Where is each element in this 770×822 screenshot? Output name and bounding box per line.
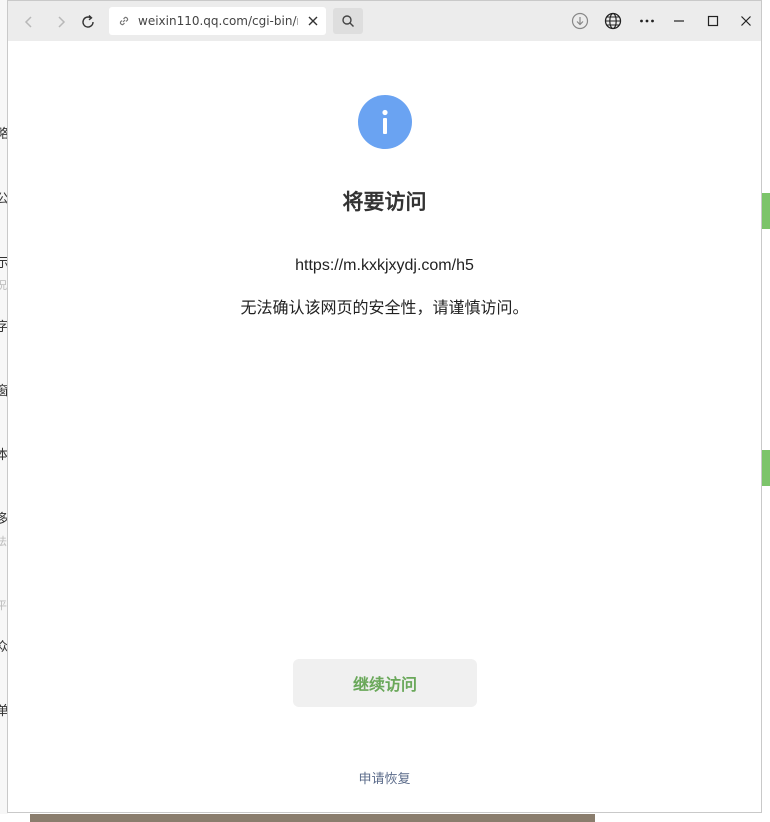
forward-button[interactable]: [49, 10, 73, 34]
page-title: 将要访问: [342, 190, 427, 214]
back-arrow-icon: [24, 16, 32, 28]
address-bar[interactable]: weixin110.qq.com/cgi-bin/r: [109, 7, 326, 35]
maximize-icon: [707, 15, 719, 27]
more-icon: [640, 19, 654, 23]
forward-arrow-icon: [58, 16, 66, 28]
background-glyph: 平: [0, 599, 7, 612]
browser-window: weixin110.qq.com/cgi-bin/r 将要访问 https://…: [7, 0, 762, 813]
background-glyph: 况: [0, 279, 7, 292]
minimize-button[interactable]: [669, 11, 689, 31]
maximize-button[interactable]: [703, 11, 723, 31]
close-icon[interactable]: [305, 13, 321, 29]
reload-icon: [82, 14, 94, 28]
background-bottom-strip: [0, 814, 770, 822]
restore-link[interactable]: 申请恢复: [8, 771, 761, 789]
language-button[interactable]: [603, 11, 623, 31]
search-button[interactable]: [333, 8, 363, 34]
background-green-tab: [762, 193, 770, 229]
target-url: https://m.kxkjxydj.com/h5: [295, 257, 474, 274]
search-icon: [342, 15, 354, 27]
security-warning: 无法确认该网页的安全性，请谨慎访问。: [240, 298, 529, 317]
background-glyph: 法: [0, 535, 7, 548]
window-close-icon: [741, 16, 751, 26]
browser-toolbar: weixin110.qq.com/cgi-bin/r: [8, 1, 761, 41]
link-icon: [119, 16, 129, 26]
info-icon: [358, 95, 412, 149]
address-url[interactable]: weixin110.qq.com/cgi-bin/r: [138, 13, 298, 29]
globe-icon: [604, 12, 622, 30]
window-close-button[interactable]: [736, 11, 756, 31]
reload-button[interactable]: [76, 10, 100, 34]
background-image-strip: [30, 814, 595, 822]
back-button[interactable]: [17, 10, 41, 34]
continue-button[interactable]: 继续访问: [293, 659, 477, 707]
background-green-tab: [762, 450, 770, 486]
page-content: 将要访问 https://m.kxkjxydj.com/h5 无法确认该网页的安…: [8, 41, 761, 812]
minimize-icon: [674, 20, 684, 22]
info-glyph: [382, 109, 388, 134]
download-button[interactable]: [570, 11, 590, 31]
download-icon: [571, 12, 589, 30]
more-button[interactable]: [637, 11, 657, 31]
